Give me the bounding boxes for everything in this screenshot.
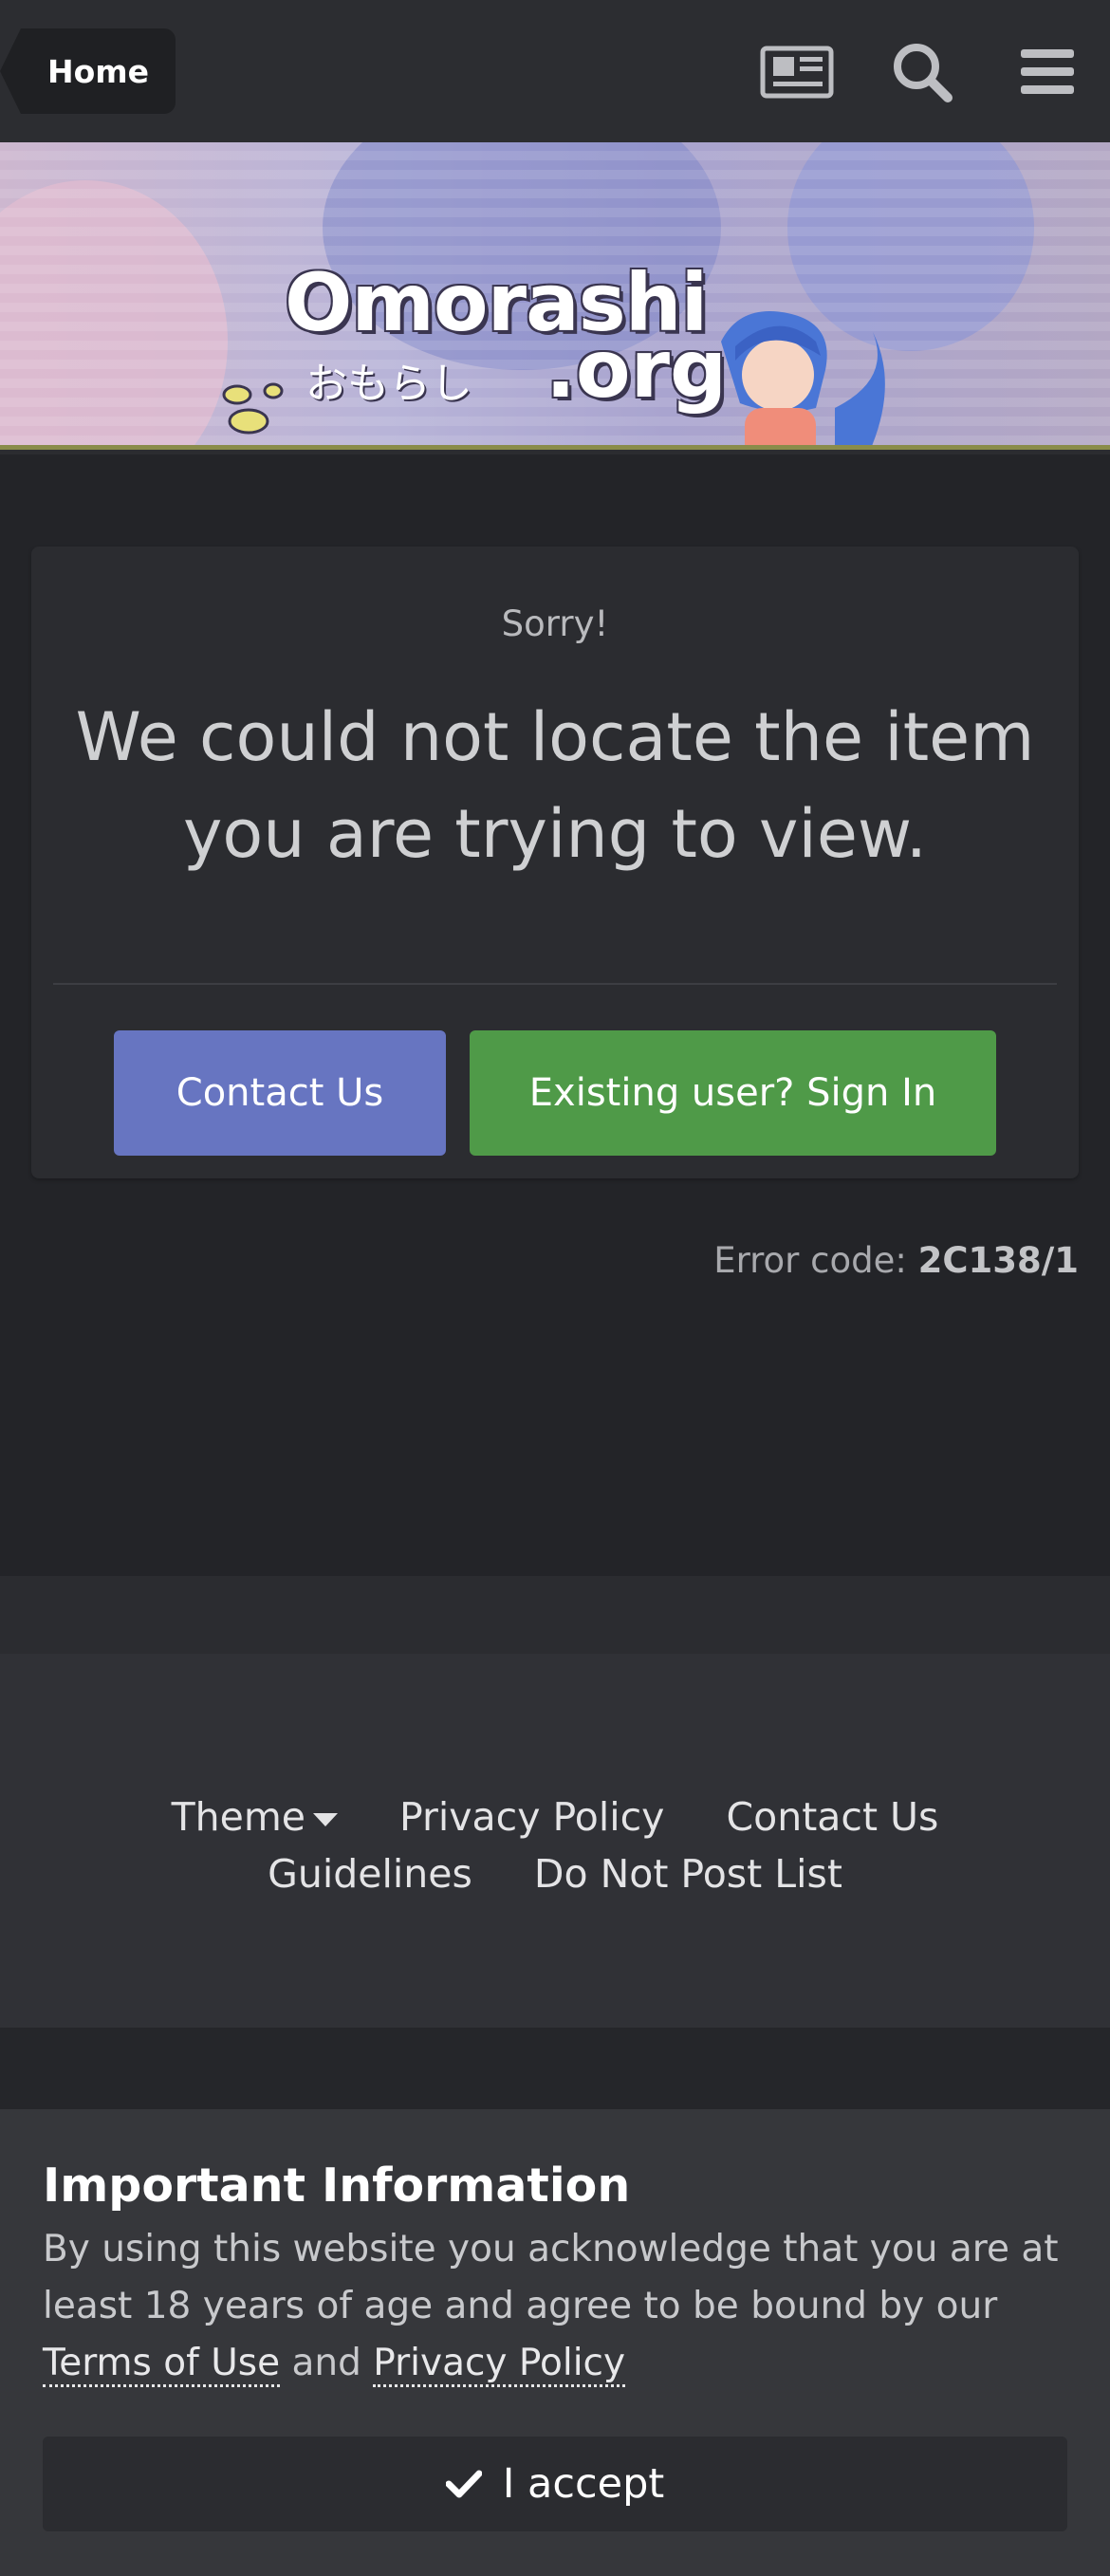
footer-bottom-band: [0, 2028, 1110, 2109]
site-footer: Theme Privacy Policy Contact Us Guidelin…: [0, 1654, 1110, 2028]
activity-feed-icon[interactable]: [759, 36, 835, 108]
accept-button-label: I accept: [502, 2460, 665, 2508]
error-code-line: Error code: 2C138/1: [713, 1240, 1079, 1281]
terms-of-use-link[interactable]: Terms of Use: [43, 2342, 281, 2387]
card-divider: [53, 983, 1057, 985]
site-logo-japanese: おもらし: [305, 360, 472, 408]
menu-icon[interactable]: [1009, 36, 1085, 108]
error-message: We could not locate the item you are try…: [75, 698, 1035, 873]
checkmark-icon: [445, 2470, 482, 2498]
sign-in-button[interactable]: Existing user? Sign In: [470, 1030, 996, 1156]
notice-conjunction: and: [291, 2342, 361, 2384]
top-bar: Home: [0, 0, 1110, 142]
search-icon[interactable]: [884, 36, 960, 108]
footer-link-contact-us[interactable]: Contact Us: [727, 1788, 939, 1845]
footer-link-label: Theme: [171, 1794, 305, 1840]
important-information-notice: Important Information By using this webs…: [0, 2109, 1110, 2576]
breadcrumb-home[interactable]: Home: [0, 28, 176, 114]
error-code-label: Error code:: [713, 1240, 907, 1281]
footer-spacer: [0, 1576, 1110, 1654]
footer-link-privacy-policy[interactable]: Privacy Policy: [399, 1788, 664, 1845]
notice-text: By using this website you acknowledge th…: [43, 2221, 1067, 2392]
footer-link-guidelines[interactable]: Guidelines: [268, 1845, 472, 1902]
droplets-icon: [222, 382, 284, 435]
caret-down-icon: [312, 1813, 338, 1826]
accept-button[interactable]: I accept: [43, 2437, 1067, 2531]
notice-title: Important Information: [43, 2159, 631, 2213]
error-code-value: 2C138/1: [917, 1240, 1079, 1281]
privacy-policy-link[interactable]: Privacy Policy: [373, 2342, 626, 2387]
site-banner[interactable]: Omorashi .org おもらし: [0, 142, 1110, 450]
main-content: Sorry! We could not locate the item you …: [0, 454, 1110, 1576]
error-kicker: Sorry!: [501, 603, 609, 644]
footer-link-do-not-post-list[interactable]: Do Not Post List: [534, 1845, 842, 1902]
contact-us-button[interactable]: Contact Us: [114, 1030, 446, 1156]
footer-links: Theme Privacy Policy Contact Us Guidelin…: [0, 1788, 1110, 1902]
footer-link-theme[interactable]: Theme: [172, 1788, 338, 1845]
notice-body: By using this website you acknowledge th…: [43, 2228, 1059, 2327]
mascot-illustration: [721, 311, 885, 445]
error-card: Sorry! We could not locate the item you …: [31, 547, 1079, 1178]
